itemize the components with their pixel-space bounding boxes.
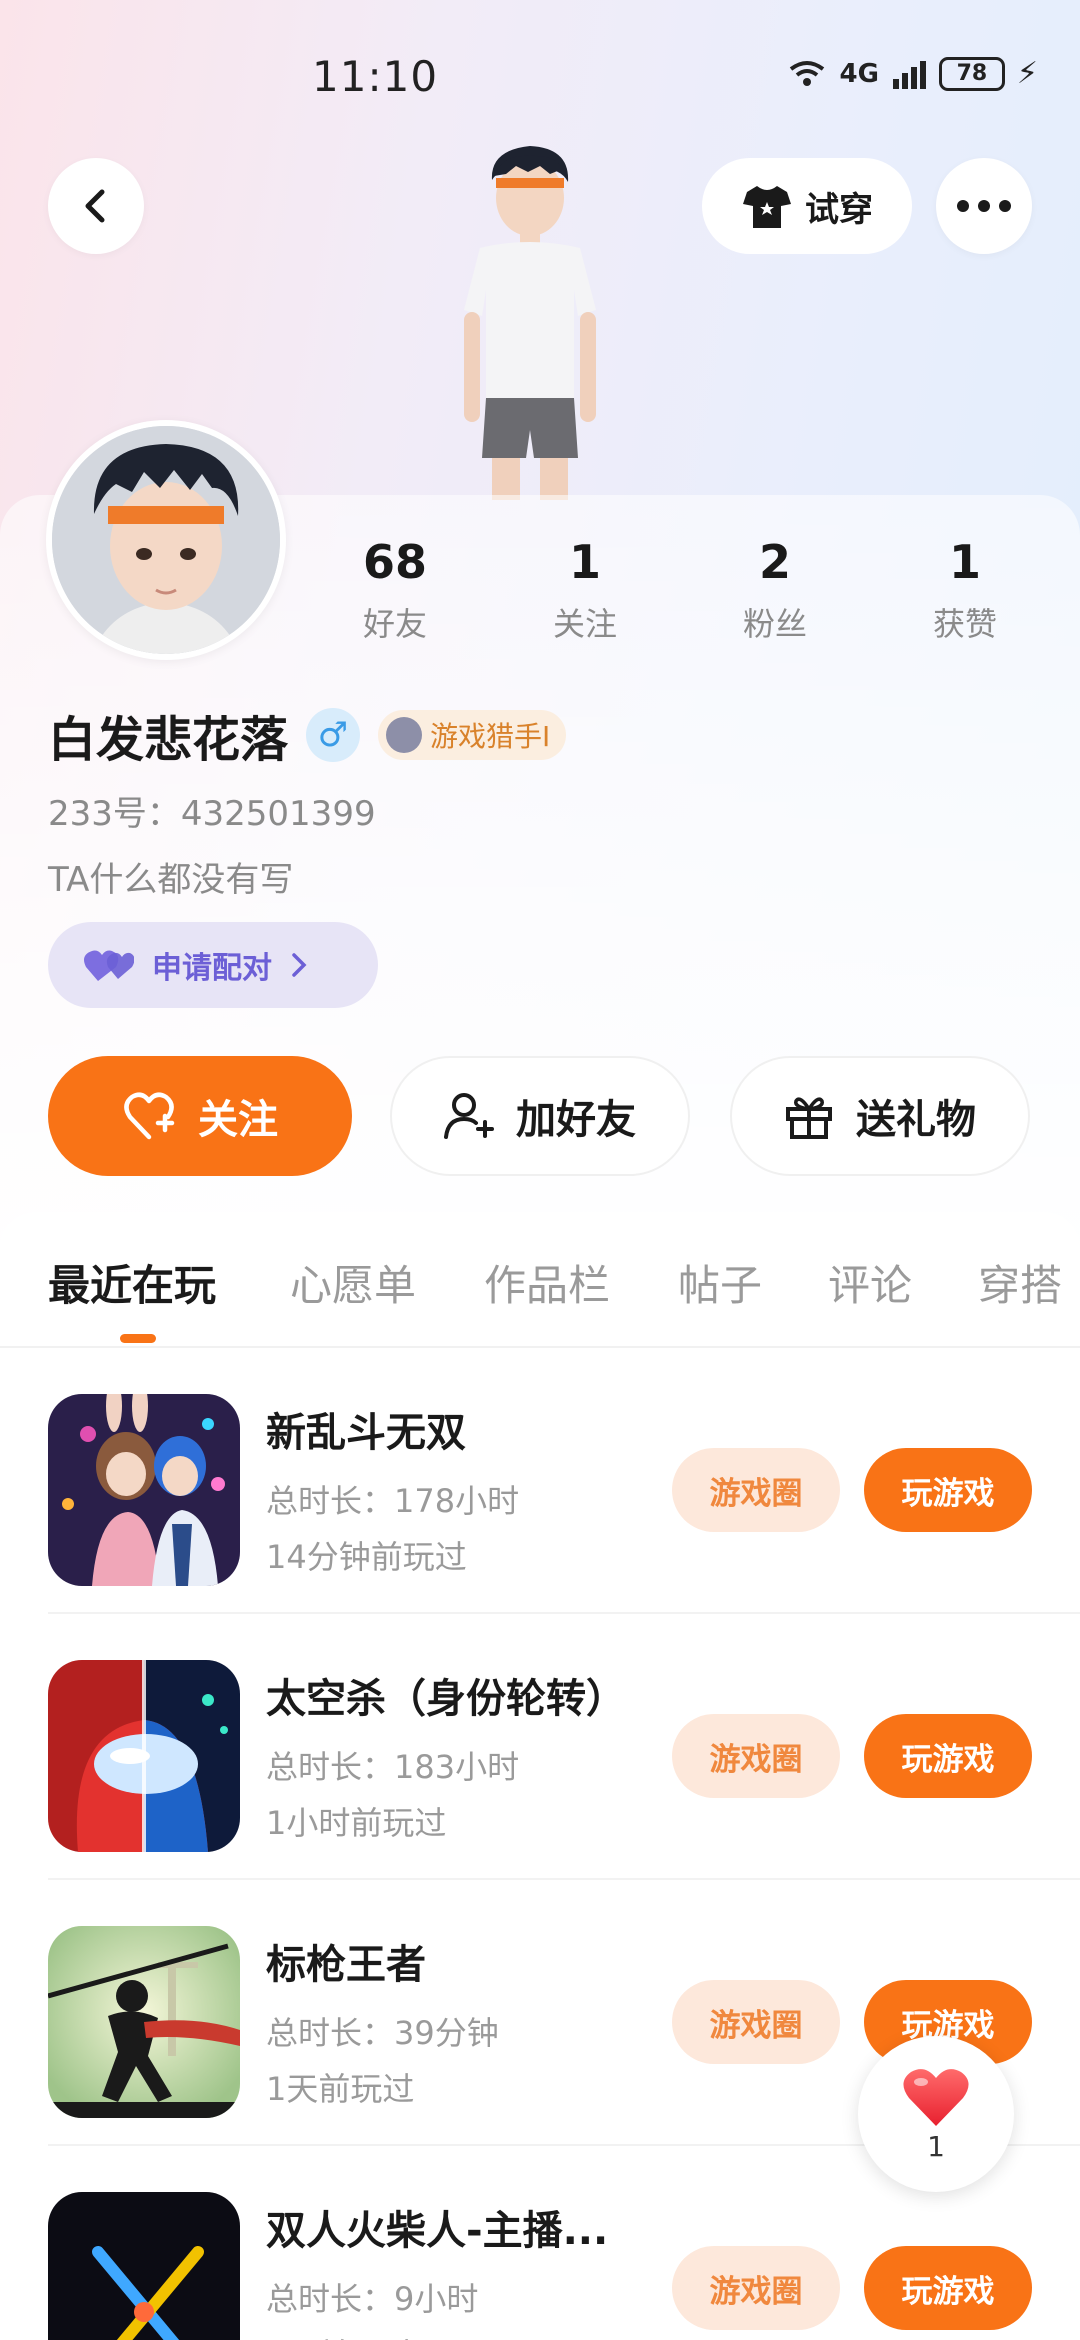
follow-label: 关注 <box>198 1097 278 1143</box>
play-game-button[interactable]: 玩游戏 <box>864 2246 1032 2330</box>
game-title: 太空杀（身份轮转） <box>266 1676 626 1722</box>
game-title: 标枪王者 <box>266 1942 426 1988</box>
double-heart-icon <box>84 950 134 981</box>
charging-icon: ⚡ <box>1016 56 1038 91</box>
play-game-button[interactable]: 玩游戏 <box>864 1714 1032 1798</box>
badge-emblem-icon <box>386 717 423 753</box>
game-item[interactable]: 太空杀（身份轮转） 总时长：183小时 1小时前玩过 游戏圈 玩游戏 <box>0 1614 1080 1880</box>
more-button[interactable] <box>936 158 1032 254</box>
send-gift-button[interactable]: 送礼物 <box>730 1056 1030 1176</box>
avatar-3d-figure[interactable] <box>420 140 640 500</box>
chevron-right-icon <box>292 953 307 977</box>
game-circle-button[interactable]: 游戏圈 <box>672 1980 840 2064</box>
send-gift-label: 送礼物 <box>856 1097 976 1143</box>
apply-pair-button[interactable]: 申请配对 <box>48 922 378 1008</box>
game-circle-button[interactable]: 游戏圈 <box>672 1714 840 1798</box>
profile-avatar[interactable] <box>46 420 286 660</box>
tab-wishlist[interactable]: 心愿单 <box>290 1252 416 1313</box>
game-icon <box>48 2192 240 2340</box>
game-last-played: 2天前玩过 <box>266 2330 414 2340</box>
heart-icon <box>903 2068 969 2126</box>
game-duration: 总时长：183小时 <box>266 1748 520 1786</box>
profile-stats: 68 好友 1 关注 2 粉丝 1 获赞 <box>300 535 1060 645</box>
game-icon <box>48 1926 240 2118</box>
add-friend-button[interactable]: 加好友 <box>390 1056 690 1176</box>
stat-following[interactable]: 1 关注 <box>505 535 665 645</box>
back-arrow-icon <box>85 189 105 223</box>
game-duration: 总时长：178小时 <box>266 1482 520 1520</box>
like-count: 1 <box>927 2129 945 2163</box>
network-type: 4G <box>839 58 879 89</box>
try-on-label: 试穿 <box>805 189 873 230</box>
apply-pair-label: 申请配对 <box>152 951 272 986</box>
status-icons: 4G 78 ⚡ <box>787 56 1038 91</box>
heart-plus-icon <box>124 1092 175 1140</box>
game-title: 双人火柴人-主播... <box>266 2208 609 2254</box>
tab-posts[interactable]: 帖子 <box>678 1252 762 1313</box>
wifi-icon <box>790 60 825 86</box>
play-game-button[interactable]: 玩游戏 <box>864 1448 1032 1532</box>
title-badge[interactable]: 游戏猎手I <box>378 710 567 760</box>
shirt-icon <box>743 186 791 228</box>
recent-games-list: 新乱斗无双 总时长：178小时 14分钟前玩过 游戏圈 玩游戏 太空杀（身份轮转… <box>0 1348 1080 2340</box>
more-dots-icon <box>957 200 1011 212</box>
game-last-played: 1小时前玩过 <box>266 1804 447 1842</box>
user-id[interactable]: 233号：432501399 <box>48 786 376 835</box>
game-duration: 总时长：9小时 <box>266 2280 479 2318</box>
battery-icon: 78 <box>938 56 1005 91</box>
game-icon <box>48 1660 240 1852</box>
user-bio: TA什么都没有写 <box>48 860 294 900</box>
stat-followers[interactable]: 2 粉丝 <box>695 535 855 645</box>
game-item[interactable]: 新乱斗无双 总时长：178小时 14分钟前玩过 游戏圈 玩游戏 <box>0 1348 1080 1614</box>
game-duration: 总时长：39分钟 <box>266 2014 499 2052</box>
male-icon: ♂ <box>306 708 361 762</box>
name-row: 白发悲花落 ♂ 游戏猎手I <box>48 700 567 770</box>
game-icon <box>48 1394 240 1586</box>
like-float-button[interactable]: 1 <box>858 2036 1014 2192</box>
profile-page: 11:10 4G 78 ⚡ 试穿 68 好友 1 关注 2 粉丝 1 获赞 白发… <box>0 0 1080 2340</box>
username: 白发悲花落 <box>48 712 289 768</box>
tab-outfits[interactable]: 穿搭 <box>978 1252 1062 1313</box>
stat-likes[interactable]: 1 获赞 <box>885 535 1045 645</box>
follow-button[interactable]: 关注 <box>48 1056 352 1176</box>
tab-recently-played[interactable]: 最近在玩 <box>48 1252 216 1313</box>
game-last-played: 1天前玩过 <box>266 2070 415 2108</box>
game-title: 新乱斗无双 <box>266 1410 466 1456</box>
status-time: 11:10 <box>312 52 439 101</box>
avatar-portrait <box>52 426 280 654</box>
game-circle-button[interactable]: 游戏圈 <box>672 1448 840 1532</box>
badge-label: 游戏猎手I <box>430 720 551 753</box>
stat-friends[interactable]: 68 好友 <box>315 535 475 645</box>
gift-icon <box>786 1097 832 1139</box>
tab-active-indicator <box>120 1334 156 1343</box>
add-user-icon <box>444 1093 494 1139</box>
tab-bar: 最近在玩 心愿单 作品栏 帖子 评论 穿搭 <box>0 1212 1080 1348</box>
tab-works[interactable]: 作品栏 <box>484 1252 610 1313</box>
signal-icon <box>892 60 926 89</box>
add-friend-label: 加好友 <box>516 1097 636 1143</box>
game-last-played: 14分钟前玩过 <box>266 1538 467 1576</box>
game-circle-button[interactable]: 游戏圈 <box>672 2246 840 2330</box>
back-button[interactable] <box>48 158 144 254</box>
tab-comments[interactable]: 评论 <box>828 1252 912 1313</box>
try-on-button[interactable]: 试穿 <box>702 158 912 254</box>
